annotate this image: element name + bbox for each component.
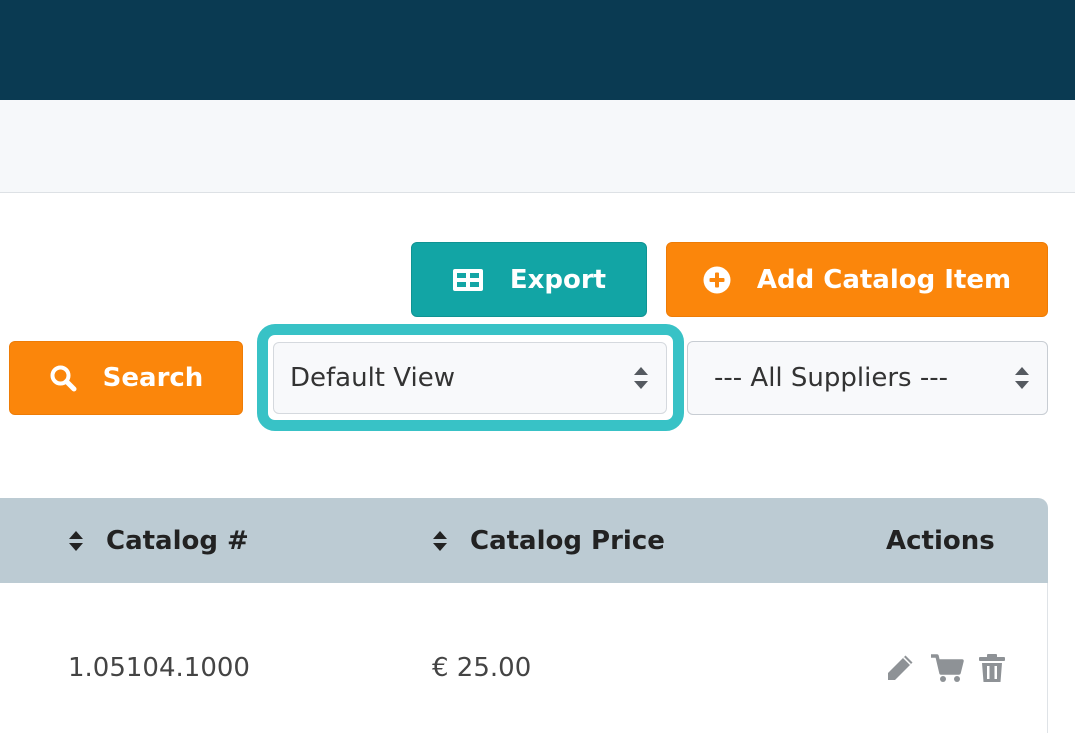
- export-button[interactable]: Export: [411, 242, 647, 317]
- row-actions: [884, 648, 1006, 688]
- column-header-actions: Actions: [886, 498, 995, 583]
- column-header-label: Catalog Price: [470, 525, 665, 556]
- view-select-value: Default View: [290, 363, 455, 393]
- add-catalog-item-button[interactable]: Add Catalog Item: [666, 242, 1048, 317]
- supplier-select[interactable]: --- All Suppliers ---: [687, 341, 1048, 415]
- page: Export Add Catalog Item Search Default V…: [0, 0, 1075, 733]
- view-select[interactable]: Default View: [273, 342, 667, 414]
- column-header-label: Catalog #: [106, 525, 249, 556]
- search-button[interactable]: Search: [9, 341, 243, 415]
- sort-icon: [432, 530, 448, 552]
- search-button-label: Search: [102, 363, 204, 393]
- cell-catalog-number: 1.05104.1000: [68, 653, 250, 683]
- search-icon: [49, 364, 77, 392]
- pencil-icon[interactable]: [884, 652, 916, 684]
- sort-icon: [68, 530, 84, 552]
- add-catalog-item-label: Add Catalog Item: [756, 264, 1012, 295]
- column-header-catalog-number[interactable]: Catalog #: [68, 498, 249, 583]
- plus-circle-icon: [703, 266, 731, 294]
- table-grid-icon: [452, 268, 484, 292]
- sub-header-bar: [0, 100, 1075, 193]
- column-header-catalog-price[interactable]: Catalog Price: [432, 498, 665, 583]
- trash-icon[interactable]: [978, 652, 1006, 684]
- cell-catalog-price: € 25.00: [432, 653, 532, 683]
- export-button-label: Export: [509, 264, 607, 295]
- select-caret-icon: [633, 366, 649, 390]
- select-caret-icon: [1014, 366, 1030, 390]
- supplier-select-value: --- All Suppliers ---: [714, 363, 948, 393]
- column-header-label: Actions: [886, 525, 995, 556]
- table-header: Catalog # Catalog Price Actions: [0, 498, 1048, 583]
- cart-icon[interactable]: [930, 652, 964, 684]
- top-navigation-bar: [0, 0, 1075, 100]
